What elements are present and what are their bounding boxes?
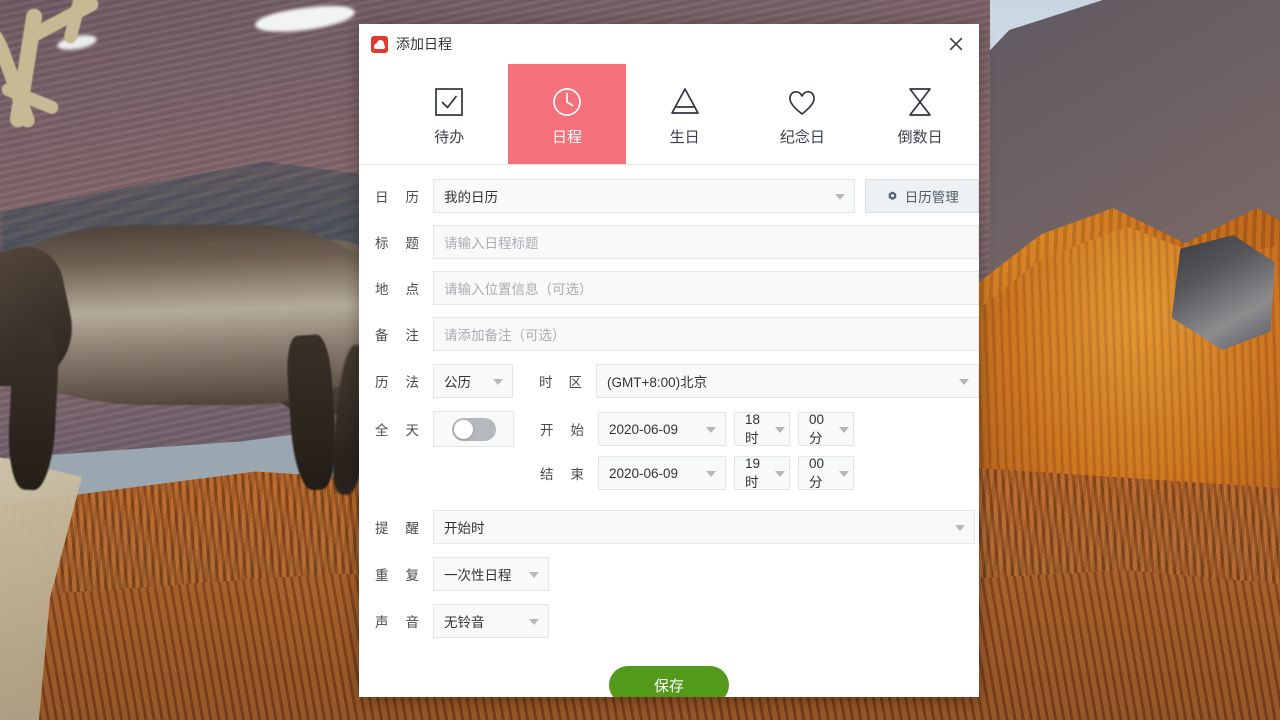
hourglass-icon — [903, 83, 937, 121]
end-minute-select[interactable]: 00分 — [798, 456, 854, 490]
tab-left-spacer — [359, 64, 390, 164]
chevron-down-icon — [839, 427, 849, 433]
tab-todo[interactable]: 待办 — [390, 64, 508, 164]
start-hour-value: 18时 — [745, 412, 768, 447]
repeat-label: 重复 — [375, 564, 433, 584]
add-schedule-dialog: 添加日程 待办 日程 — [359, 24, 979, 697]
start-hour-select[interactable]: 18时 — [734, 412, 790, 446]
place-input-placeholder: 请输入位置信息（可选） — [444, 278, 593, 298]
close-icon[interactable] — [941, 30, 971, 58]
note-input[interactable]: 请添加备注（可选） — [433, 317, 979, 351]
gear-icon — [886, 190, 899, 203]
heart-icon — [785, 83, 819, 121]
form-row-calendar: 日历 我的日历 日历管理 — [359, 165, 979, 213]
end-hour-select[interactable]: 19时 — [734, 456, 790, 490]
calendar-rule-label: 历法 — [375, 371, 433, 391]
form-row-repeat: 重复 一次性日程 — [359, 544, 979, 591]
sound-label: 声音 — [375, 611, 433, 631]
dialog-titlebar: 添加日程 — [359, 24, 979, 64]
repeat-select[interactable]: 一次性日程 — [433, 557, 549, 591]
schedule-form: 日历 我的日历 日历管理 标题 请输入日程标题 地点 — [359, 165, 979, 697]
timezone-value: (GMT+8:00)北京 — [607, 371, 707, 391]
chevron-down-icon — [529, 572, 539, 578]
chevron-down-icon — [775, 427, 785, 433]
end-date-select[interactable]: 2020-06-09 — [598, 456, 726, 490]
start-date-select[interactable]: 2020-06-09 — [598, 412, 726, 446]
chevron-down-icon — [839, 471, 849, 477]
calendar-select-value: 我的日历 — [444, 186, 498, 206]
allday-toggle[interactable] — [433, 411, 514, 447]
end-date-value: 2020-06-09 — [609, 466, 678, 481]
dialog-title: 添加日程 — [396, 37, 452, 51]
chevron-down-icon — [706, 471, 716, 477]
toggle-track — [452, 418, 496, 441]
calendar-rule-value: 公历 — [444, 371, 471, 391]
note-input-placeholder: 请添加备注（可选） — [444, 324, 566, 344]
form-row-sound: 声音 无铃音 — [359, 591, 979, 638]
checkbox-check-icon — [432, 83, 466, 121]
save-button-row: 保存 — [359, 666, 979, 697]
toggle-knob — [454, 420, 473, 439]
form-row-allday-start: 全天 开始 2020-06-09 18时 00分 — [359, 398, 979, 447]
save-button[interactable]: 保存 — [609, 666, 729, 697]
chevron-down-icon — [959, 379, 969, 385]
timezone-select[interactable]: (GMT+8:00)北京 — [596, 364, 979, 398]
tab-todo-label: 待办 — [434, 130, 464, 145]
remind-value: 开始时 — [444, 517, 485, 537]
title-label: 标题 — [375, 232, 433, 252]
clock-icon — [550, 83, 584, 121]
tab-anniversary-label: 纪念日 — [780, 130, 825, 145]
cake-triangle-icon — [668, 83, 702, 121]
end-hour-value: 19时 — [745, 456, 768, 491]
tab-countdown[interactable]: 倒数日 — [861, 64, 979, 164]
calendar-manage-label: 日历管理 — [905, 186, 959, 206]
title-input-placeholder: 请输入日程标题 — [444, 232, 539, 252]
tab-birthday-label: 生日 — [670, 130, 700, 145]
chevron-down-icon — [706, 427, 716, 433]
reindeer-foreleg — [6, 329, 60, 491]
tab-anniversary[interactable]: 纪念日 — [744, 64, 862, 164]
tab-birthday[interactable]: 生日 — [626, 64, 744, 164]
form-row-title: 标题 请输入日程标题 — [359, 213, 979, 259]
calendar-label: 日历 — [375, 186, 433, 206]
form-row-note: 备注 请添加备注（可选） — [359, 305, 979, 351]
type-tab-bar: 待办 日程 生日 — [359, 64, 979, 165]
sound-value: 无铃音 — [444, 611, 485, 631]
start-minute-select[interactable]: 00分 — [798, 412, 854, 446]
cloud-icon — [371, 36, 388, 53]
form-row-end: 结束 2020-06-09 19时 00分 — [359, 447, 979, 490]
tab-schedule-label: 日程 — [552, 130, 582, 145]
calendar-manage-button[interactable]: 日历管理 — [865, 179, 979, 213]
place-label: 地点 — [375, 278, 433, 298]
form-row-remind: 提醒 开始时 — [359, 490, 979, 544]
allday-label: 全天 — [375, 419, 433, 439]
place-input[interactable]: 请输入位置信息（可选） — [433, 271, 979, 305]
repeat-value: 一次性日程 — [444, 564, 512, 584]
tab-countdown-label: 倒数日 — [898, 130, 943, 145]
form-row-calendar-rule: 历法 公历 时区 (GMT+8:00)北京 — [359, 351, 979, 398]
remind-select[interactable]: 开始时 — [433, 510, 975, 544]
tab-schedule[interactable]: 日程 — [508, 64, 626, 164]
chevron-down-icon — [529, 619, 539, 625]
end-minute-value: 00分 — [809, 456, 832, 491]
calendar-rule-select[interactable]: 公历 — [433, 364, 513, 398]
sound-select[interactable]: 无铃音 — [433, 604, 549, 638]
remind-label: 提醒 — [375, 517, 433, 537]
title-input[interactable]: 请输入日程标题 — [433, 225, 979, 259]
chevron-down-icon — [775, 471, 785, 477]
chevron-down-icon — [493, 379, 503, 385]
chevron-down-icon — [835, 194, 845, 200]
start-label: 开始 — [514, 419, 598, 439]
end-label: 结束 — [514, 463, 598, 483]
timezone-label: 时区 — [513, 371, 596, 391]
note-label: 备注 — [375, 324, 433, 344]
chevron-down-icon — [955, 525, 965, 531]
start-date-value: 2020-06-09 — [609, 422, 678, 437]
calendar-select[interactable]: 我的日历 — [433, 179, 855, 213]
start-minute-value: 00分 — [809, 412, 832, 447]
form-row-place: 地点 请输入位置信息（可选） — [359, 259, 979, 305]
